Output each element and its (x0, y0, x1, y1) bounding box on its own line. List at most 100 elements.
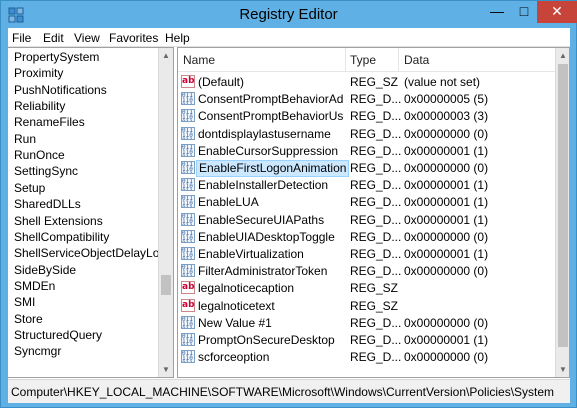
client-area: File Edit View Favorites Help PropertySy… (8, 28, 570, 403)
key-tree-pane[interactable]: PropertySystem Proximity PushNotifications… (8, 47, 174, 378)
value-name[interactable]: ConsentPromptBehaviorAd... (198, 92, 344, 106)
list-item[interactable]: 011 110 011New Value #1 REG_D...0x0000000… (178, 315, 555, 332)
menu-view[interactable]: View (74, 31, 100, 45)
value-name[interactable]: EnableInstallerDetection (198, 178, 344, 192)
list-item[interactable]: ab legalnoticetext REG_SZ (178, 298, 555, 315)
value-name[interactable]: EnableFirstLogonAnimation (196, 160, 350, 177)
list-item[interactable]: ab (Default) REG_SZ (value not set) (178, 74, 555, 91)
list-item[interactable]: 011 110 011EnableLUA REG_D...0x00000001 (… (178, 194, 555, 211)
value-name[interactable]: PromptOnSecureDesktop (198, 333, 344, 347)
value-type: REG_D... (350, 126, 402, 141)
value-name[interactable]: EnableLUA (198, 195, 344, 209)
value-name[interactable]: dontdisplaylastusername (198, 127, 344, 141)
value-type: REG_D... (350, 350, 402, 365)
minimize-button[interactable]: — (484, 1, 510, 23)
binary-value-icon: 011 110 011 (181, 161, 195, 174)
list-item[interactable]: 011 110 011EnableInstallerDetection REG_D… (178, 177, 555, 194)
tree-item[interactable]: SMDEn (14, 279, 55, 295)
tree-item[interactable]: StructuredQuery (14, 328, 102, 344)
tree-item[interactable]: SharedDLLs (14, 197, 81, 213)
list-scrollbar[interactable]: ▲ ▼ (555, 48, 569, 377)
value-name[interactable]: New Value #1 (198, 316, 344, 330)
tree-item[interactable]: Proximity (14, 66, 63, 82)
tree-item[interactable]: Setup (14, 181, 45, 197)
list-item[interactable]: ab legalnoticecaption REG_SZ (178, 280, 555, 297)
tree-item[interactable]: SideBySide (14, 263, 76, 279)
tree-scrollbar[interactable]: ▲ ▼ (158, 48, 173, 377)
binary-value-icon: 011 110 011 (181, 92, 195, 106)
binary-value-icon: 011 110 011 (181, 229, 195, 243)
list-item[interactable]: 011 110 011FilterAdministratorToken REG_D… (178, 263, 555, 280)
binary-value-icon: 011 110 011 (181, 126, 195, 140)
tree-item[interactable]: Store (14, 312, 43, 328)
tree-item[interactable]: Run (14, 132, 36, 148)
column-header-name[interactable]: Name (183, 53, 215, 67)
tree-item[interactable]: SettingSync (14, 164, 78, 180)
tree-scroll-thumb[interactable] (161, 275, 171, 295)
tree-item[interactable]: RenameFiles (14, 115, 85, 131)
list-item[interactable]: 011 110 011scforceoption REG_D...0x000000… (178, 349, 555, 366)
value-type: REG_SZ (350, 298, 399, 313)
value-data: 0x00000001 (1) (404, 178, 489, 193)
value-name[interactable]: legalnoticecaption (198, 281, 344, 295)
list-item[interactable]: 011 110 011EnableVirtualization REG_D...0… (178, 246, 555, 263)
value-data: 0x00000001 (1) (404, 143, 489, 158)
value-data: 0x00000001 (1) (404, 333, 489, 347)
column-divider[interactable] (345, 48, 346, 72)
value-name[interactable]: FilterAdministratorToken (198, 264, 344, 278)
menu-file[interactable]: File (12, 31, 31, 45)
list-scroll-up-icon[interactable]: ▲ (556, 48, 569, 63)
maximize-button[interactable]: □ (511, 1, 537, 23)
close-button[interactable]: ✕ (537, 1, 577, 23)
column-header-type[interactable]: Type (350, 53, 376, 67)
tree-scroll-down-icon[interactable]: ▼ (159, 362, 173, 377)
value-type: REG_D... (350, 109, 402, 124)
value-name[interactable]: EnableUIADesktopToggle (198, 230, 344, 244)
value-name[interactable]: (Default) (198, 75, 344, 89)
string-value-icon: ab (181, 298, 195, 312)
list-item[interactable]: 011 110 011dontdisplaylastusername REG_D.… (178, 126, 555, 143)
menu-edit[interactable]: Edit (43, 31, 64, 45)
tree-item[interactable]: ShellCompatibility (14, 230, 109, 246)
list-item[interactable]: 011 110 011PromptOnSecureDesktop REG_D...… (178, 332, 555, 349)
value-name[interactable]: legalnoticetext (198, 299, 344, 313)
list-item[interactable]: 011 110 011EnableSecureUIAPaths REG_D...0… (178, 212, 555, 229)
tree-scroll-up-icon[interactable]: ▲ (159, 48, 173, 63)
list-item[interactable]: 011 110 011ConsentPromptBehaviorUser REG_… (178, 108, 555, 125)
string-value-icon: ab (181, 75, 195, 88)
value-name[interactable]: EnableSecureUIAPaths (198, 213, 344, 227)
list-item[interactable]: 011 110 011ConsentPromptBehaviorAd... REG… (178, 91, 555, 108)
value-type: REG_D... (350, 247, 402, 261)
menu-help[interactable]: Help (165, 31, 190, 45)
tree-item[interactable]: Syncmgr (14, 344, 61, 360)
value-type: REG_D... (350, 264, 402, 279)
tree-item[interactable]: ShellServiceObjectDelayLoad (14, 246, 173, 262)
tree-item[interactable]: PushNotifications (14, 83, 107, 99)
tree-item[interactable]: PropertySystem (14, 50, 99, 66)
title-bar[interactable]: Registry Editor — □ ✕ (1, 1, 577, 28)
binary-value-icon: 011 110 011 (181, 315, 195, 329)
column-header-data[interactable]: Data (404, 53, 429, 67)
tree-item[interactable]: Shell Extensions (14, 214, 103, 230)
list-scroll-thumb[interactable] (558, 64, 568, 347)
binary-value-icon: 011 110 011 (181, 212, 195, 226)
tree-item[interactable]: Reliability (14, 99, 65, 115)
list-item[interactable]: 011 110 011EnableFirstLogonAnimationREG_… (178, 160, 555, 177)
value-data: 0x00000000 (0) (404, 126, 489, 141)
value-name[interactable]: scforceoption (198, 350, 344, 364)
value-name[interactable]: ConsentPromptBehaviorUser (198, 109, 344, 123)
menu-favorites[interactable]: Favorites (109, 31, 158, 45)
tree-item[interactable]: RunOnce (14, 148, 65, 164)
value-data: 0x00000000 (0) (404, 315, 489, 330)
list-item[interactable]: 011 110 011EnableCursorSuppression REG_D.… (178, 143, 555, 160)
column-divider[interactable] (398, 48, 399, 72)
value-type: REG_D... (350, 195, 402, 210)
binary-value-icon: 011 110 011 (181, 143, 195, 157)
list-item[interactable]: 011 110 011EnableUIADesktopToggle REG_D..… (178, 229, 555, 246)
list-scroll-down-icon[interactable]: ▼ (556, 362, 569, 377)
values-list-pane[interactable]: Name Type Data ab (Default) REG_SZ (value n… (177, 47, 570, 378)
value-name[interactable]: EnableVirtualization (198, 247, 344, 261)
value-data: 0x00000005 (5) (404, 92, 489, 107)
tree-item[interactable]: SMI (14, 295, 35, 311)
value-name[interactable]: EnableCursorSuppression (198, 144, 344, 158)
